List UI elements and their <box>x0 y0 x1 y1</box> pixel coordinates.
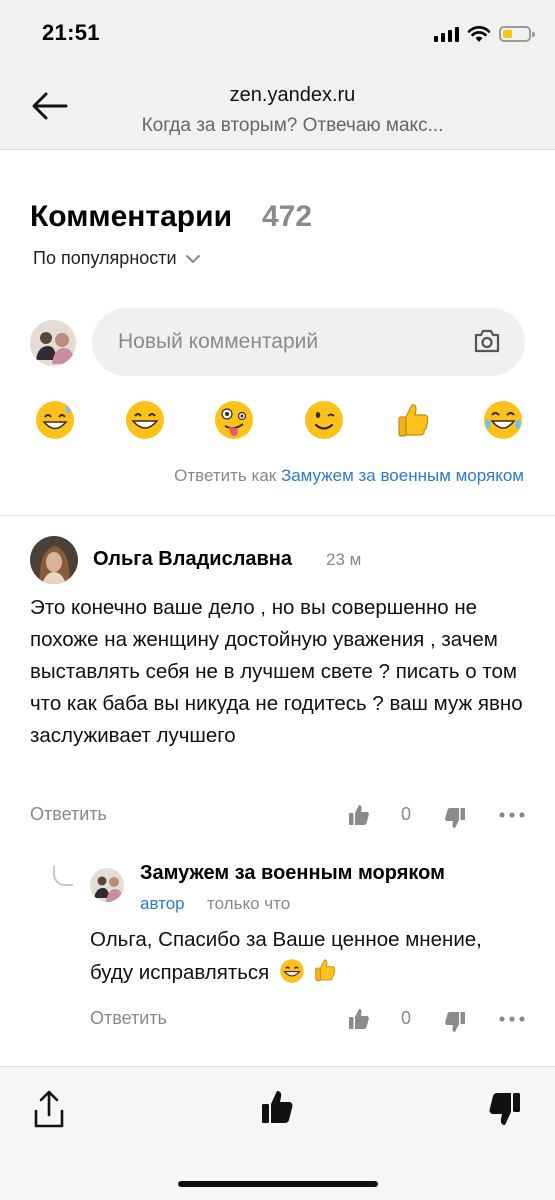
reply-text-block: Ольга, Спасибо за Ваше ценное мнение, бу… <box>90 924 510 989</box>
address-bar[interactable]: zen.yandex.ru Когда за вторым? Отвечаю м… <box>90 84 495 137</box>
like-icon[interactable] <box>348 1008 370 1030</box>
like-group <box>348 804 370 831</box>
zany-face-icon[interactable] <box>213 399 255 441</box>
dislike-icon[interactable] <box>444 807 466 829</box>
sort-label: По популярности <box>33 248 177 268</box>
user-avatar <box>30 320 76 366</box>
like-count: 0 <box>401 804 412 824</box>
commenter-avatar[interactable] <box>30 536 78 584</box>
tears-of-joy-icon[interactable] <box>482 399 524 441</box>
more-options-icon[interactable] <box>499 1016 525 1022</box>
comment-time: 23 м <box>326 550 362 569</box>
chevron-down-icon <box>185 254 200 263</box>
wifi-icon <box>467 26 491 42</box>
battery-icon <box>499 26 535 42</box>
article-like-icon[interactable] <box>260 1089 294 1125</box>
status-icons <box>434 22 535 46</box>
comments-count: 472 <box>262 200 313 233</box>
bottom-action-bar <box>0 1066 555 1200</box>
home-indicator <box>178 1181 378 1187</box>
reply-dislike-group <box>444 1011 466 1038</box>
reply-actions: Ответить 0 <box>90 1008 525 1032</box>
dislike-icon[interactable] <box>444 1011 466 1033</box>
article-dislike-icon[interactable] <box>488 1091 522 1127</box>
url-domain: zen.yandex.ru <box>229 84 356 106</box>
sort-dropdown[interactable]: По популярности <box>33 248 201 269</box>
camera-icon[interactable] <box>473 328 501 354</box>
like-icon[interactable] <box>348 804 370 826</box>
reply-author[interactable]: Замужем за военным моряком <box>140 862 445 885</box>
share-icon[interactable] <box>32 1089 66 1129</box>
more-options-icon[interactable] <box>499 812 525 818</box>
emoji-picker-row <box>34 399 524 441</box>
status-time: 21:51 <box>42 20 100 45</box>
winking-face-icon[interactable] <box>303 399 345 441</box>
reply-reply-button[interactable]: Ответить <box>90 1008 167 1029</box>
thumbs-up-icon <box>314 959 335 982</box>
reply-as-prefix: Ответить как <box>174 466 277 485</box>
divider <box>0 515 555 516</box>
reply-author-avatar[interactable] <box>90 868 124 902</box>
signal-icon <box>434 26 459 42</box>
grinning-squinting-icon <box>280 959 304 983</box>
page-title: Когда за вторым? Отвечаю макс... <box>141 115 444 136</box>
thumbs-up-icon[interactable] <box>392 399 434 441</box>
reply-as-line: Ответить как Замужем за военным моряком <box>174 466 524 486</box>
reply-as-account-link[interactable]: Замужем за военным моряком <box>281 466 524 485</box>
comment-text: Это конечно ваше дело , но вы совершенно… <box>30 596 523 747</box>
grinning-sweat-icon[interactable] <box>34 399 76 441</box>
reply-time: только что <box>207 894 291 913</box>
browser-header: 21:51 zen.yandex.ru Когда за вторым? Отв… <box>0 0 555 150</box>
back-arrow-icon[interactable] <box>30 88 70 124</box>
reply-button[interactable]: Ответить <box>30 804 107 825</box>
new-comment-placeholder: Новый комментарий <box>118 330 319 353</box>
reply-like-group <box>348 1008 370 1035</box>
grinning-squinting-icon[interactable] <box>124 399 166 441</box>
comment-actions: Ответить 0 <box>30 804 525 828</box>
author-badge: автор <box>140 894 185 913</box>
comments-heading: Комментарии <box>30 200 233 233</box>
dislike-group <box>444 807 466 834</box>
reply-like-count: 0 <box>401 1008 412 1028</box>
new-comment-input[interactable]: Новый комментарий <box>92 308 525 376</box>
thread-connector <box>53 866 73 886</box>
comment-author[interactable]: Ольга Владиславна <box>93 548 292 571</box>
